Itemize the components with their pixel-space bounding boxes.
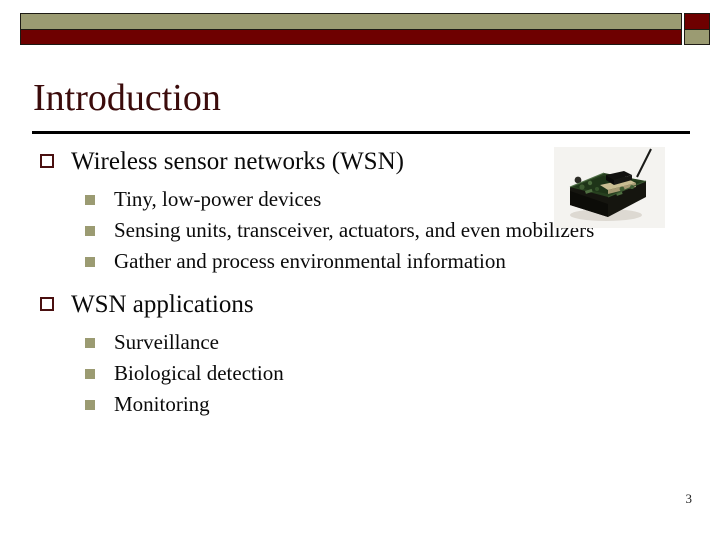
bullet-text: Gather and process environmental informa… (114, 249, 506, 273)
page-number: 3 (685, 491, 693, 506)
header-right-maroon-stripe (685, 14, 709, 29)
bullet-text: Sensing units, transceiver, actuators, a… (114, 218, 595, 242)
presentation-slide: Introduction Wireless sensor networks (W… (0, 0, 720, 540)
bullet-text: Monitoring (114, 392, 210, 416)
filled-square-bullet-icon (85, 400, 95, 410)
title-divider (32, 131, 690, 134)
header-bar-khaki-stripe (21, 14, 681, 29)
bullet-text: Surveillance (114, 330, 219, 354)
filled-square-bullet-icon (85, 369, 95, 379)
bullet-text: Wireless sensor networks (WSN) (71, 148, 404, 175)
bullet-text: Tiny, low-power devices (114, 187, 322, 211)
slide-header-decoration (20, 13, 710, 45)
filled-square-bullet-icon (85, 257, 95, 267)
header-right-khaki-stripe (685, 29, 709, 44)
bullet-level2-biological-detection: Biological detection (85, 358, 720, 389)
bullet-level2-gather-and-process: Gather and process environmental informa… (85, 246, 720, 277)
hollow-square-bullet-icon (40, 297, 54, 311)
wireless-sensor-mote-photo (554, 147, 665, 228)
header-bar-right-block (684, 13, 710, 45)
header-bar-maroon-stripe (21, 29, 681, 44)
bullet-level1-wsn-applications: WSN applications (40, 288, 720, 322)
header-bar-main (20, 13, 682, 45)
hollow-square-bullet-icon (40, 154, 54, 168)
sensor-mote-illustration (554, 147, 665, 228)
bullet-text: WSN applications (71, 291, 254, 318)
bullet-text: Biological detection (114, 361, 284, 385)
filled-square-bullet-icon (85, 338, 95, 348)
filled-square-bullet-icon (85, 226, 95, 236)
page-title: Introduction (33, 77, 221, 119)
bullet-level2-surveillance: Surveillance (85, 327, 720, 358)
filled-square-bullet-icon (85, 195, 95, 205)
bullet-level2-monitoring: Monitoring (85, 389, 720, 420)
